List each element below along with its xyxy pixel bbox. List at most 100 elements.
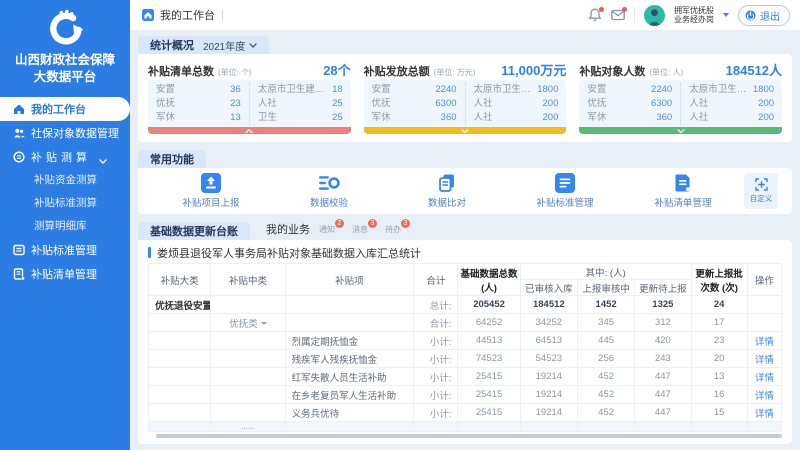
list-board-icon [13, 244, 25, 256]
stat-row-label: 安置 [372, 83, 391, 97]
sidebar-item-workbench[interactable]: 我的工作台 [0, 97, 130, 121]
stat-row-value: 200 [543, 97, 559, 111]
cell-base: 205452 [458, 296, 520, 314]
func-list-mgmt[interactable]: 补贴清单管理 [624, 173, 742, 209]
stat-expand-bar[interactable] [364, 127, 567, 134]
cell-action [747, 314, 781, 332]
chevron-down-icon [99, 155, 106, 159]
horizontal-scrollbar[interactable] [156, 434, 782, 438]
sidebar-nav: 我的工作台 社保对象数据管理 补贴测算 补贴资金测算 补贴标准测算 测算明细库 [0, 97, 130, 286]
func-subsidy-upload[interactable]: 补贴项目上报 [152, 173, 270, 209]
mail-icon[interactable] [611, 8, 625, 22]
cell-batch: 23 [691, 332, 747, 350]
stat-row-label: 人社 [689, 111, 708, 125]
table-row: 优抚类 合计: 64252 34252 345 312 17 [149, 314, 782, 332]
caret-down-icon[interactable] [723, 13, 729, 17]
stat-row-label: 优抚 [372, 97, 391, 111]
func-label: 补贴项目上报 [182, 195, 239, 209]
badge-label: 消息 [352, 225, 368, 234]
detail-link[interactable]: 详情 [755, 337, 774, 348]
accent-bar [148, 247, 151, 258]
tab-my-business-label: 我的业务 [266, 221, 310, 237]
cell-base: 25415 [458, 404, 520, 422]
badge-message[interactable]: 消息 3 [352, 224, 376, 235]
cell-approved: 64513 [520, 332, 577, 350]
stat-col-left: 安置36 优抚23 军休13 [148, 83, 249, 125]
stat-col-right: 太原市卫生建...1800 人社200 人社200 [465, 83, 567, 125]
chevron-down-icon [677, 129, 685, 133]
customize-button[interactable]: 自定义 [744, 173, 778, 209]
cell-batch: 17 [691, 314, 747, 332]
user-role[interactable]: 拥军优抚股 业务经办岗 [674, 6, 714, 25]
sidebar-item-subsidy-calc[interactable]: 补贴测算 [0, 145, 130, 169]
coin-calc-icon [13, 151, 25, 163]
stat-row-label: 太原市卫生建... [689, 83, 749, 97]
upload-icon [201, 173, 221, 193]
sidebar: 山西财政社会保障 大数据平台 我的工作台 社保对象数据管理 补贴测算 [0, 0, 130, 450]
cell-agg: 小计: [414, 350, 458, 368]
sidebar-subitem-standard-calc[interactable]: 补贴标准测算 [0, 192, 130, 215]
sidebar-item-label: 社保对象数据管理 [31, 125, 119, 141]
func-data-verify[interactable]: 数据校验 [270, 173, 388, 209]
message-dot [622, 7, 627, 12]
col-header-base-total: 基础数据总数 (人) [458, 264, 520, 296]
cell-item [285, 296, 414, 314]
bell-icon[interactable] [588, 8, 602, 22]
func-data-compare[interactable]: 数据比对 [388, 173, 506, 209]
sidebar-item-social-data[interactable]: 社保对象数据管理 [0, 121, 130, 145]
main-area: 我的工作台 | 拥军优抚股 业务经办岗 [130, 0, 800, 450]
stat-row-label: 优抚 [156, 97, 175, 111]
detail-link[interactable]: 详情 [755, 409, 774, 420]
badge-notice[interactable]: 通知 2 [319, 224, 343, 235]
cell-reviewing: 445 [577, 332, 634, 350]
stats-section-title: 统计概况 [150, 37, 194, 53]
stat-row-value: 360 [656, 111, 672, 125]
cell-item: 烈属定期抚恤金 [285, 332, 414, 350]
col-header-agg: 合计 [414, 264, 458, 296]
cell-midclass[interactable]: 优抚类 [229, 319, 258, 330]
detail-link[interactable]: 详情 [755, 373, 774, 384]
stat-row-value: 1800 [753, 83, 774, 97]
detail-link[interactable]: 详情 [755, 355, 774, 366]
stat-expand-bar[interactable] [148, 127, 351, 134]
stat-row-value: 36 [230, 83, 241, 97]
stat-row-label: 人社 [689, 97, 708, 111]
sidebar-item-standard-mgmt[interactable]: 补贴标准管理 [0, 238, 130, 262]
stat-row-label: 军休 [156, 111, 175, 125]
sidebar-item-list-mgmt[interactable]: 补贴清单管理 [0, 262, 130, 286]
col-header-item: 补贴项 [285, 264, 414, 296]
cell-category[interactable]: 优抚退役安置类 [155, 301, 211, 312]
stat-row-value: 13 [230, 111, 241, 125]
tab-my-business[interactable]: 我的业务 通知 2 消息 3 待办 3 [266, 221, 409, 240]
stat-row-value: 1800 [537, 83, 558, 97]
stat-row-label: 优抚 [587, 97, 606, 111]
sidebar-item-label: 补贴清单管理 [31, 266, 97, 282]
stat-expand-bar[interactable] [579, 127, 782, 134]
stat-subsidy-people: 补贴对象人数 (单位: 人) 184512人 安置2240 优抚6300 军休3… [579, 60, 782, 134]
stat-row-label: 军休 [372, 111, 391, 125]
sidebar-subitem-calc-detail[interactable]: 测算明细库 [0, 215, 130, 238]
detail-link[interactable]: 详情 [755, 391, 774, 402]
func-standard-mgmt[interactable]: 补贴标准管理 [506, 173, 624, 209]
ledger-subtitle: 娄烦县退役军人事务局补贴对象基础数据入库汇总统计 [148, 245, 782, 260]
sidebar-item-label: 补贴标准管理 [31, 242, 97, 258]
cell-batch: 16 [691, 386, 747, 404]
badge-todo[interactable]: 待办 3 [385, 224, 409, 235]
cell-midclass: ...... [211, 422, 285, 432]
standard-grid-icon [555, 173, 575, 193]
stat-row-label: 安置 [587, 83, 606, 97]
cell-approved: 19214 [520, 386, 577, 404]
col-header-category: 补贴大类 [149, 264, 211, 296]
cell-batch: 20 [691, 350, 747, 368]
tab-ledger[interactable]: 基础数据更新台账 [138, 222, 250, 240]
user-role-line2: 业务经办岗 [674, 15, 714, 25]
user-avatar[interactable] [644, 5, 665, 26]
people-icon [13, 127, 25, 139]
year-select[interactable]: 2021年度 [203, 38, 257, 53]
logout-button[interactable]: 退出 [738, 5, 790, 26]
stat-title: 补贴发放总额 [364, 63, 430, 79]
stat-breakdown: 安置36 优抚23 军休13 太原市卫生建...18 人社25 卫生25 [148, 80, 351, 127]
sidebar-subitem-fund-calc[interactable]: 补贴资金测算 [0, 169, 130, 192]
func-label: 补贴标准管理 [536, 195, 593, 209]
stat-row-label: 太原市卫生建... [474, 83, 534, 97]
